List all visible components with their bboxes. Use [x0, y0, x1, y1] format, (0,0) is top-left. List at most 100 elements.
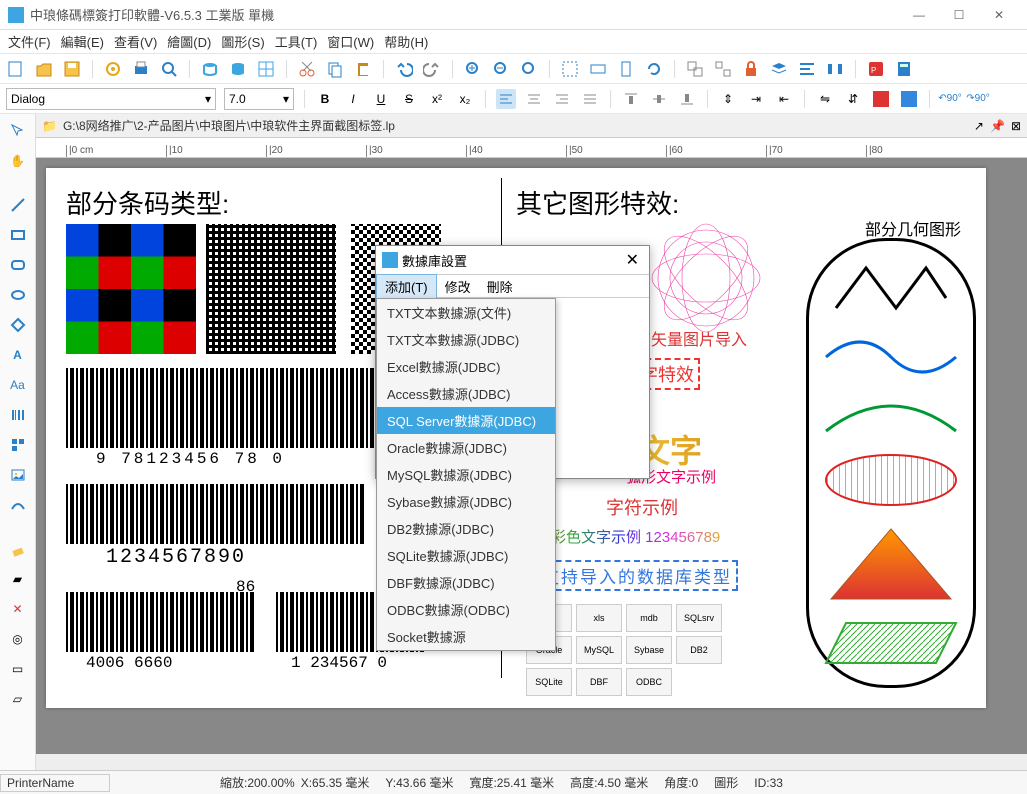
- polygon-tool-icon[interactable]: [7, 314, 29, 336]
- copy-icon[interactable]: [325, 59, 345, 79]
- submenu-item[interactable]: ODBC數據源(ODBC): [377, 596, 555, 623]
- submenu-item[interactable]: SQLite數據源(JDBC): [377, 542, 555, 569]
- close-button[interactable]: ✕: [979, 1, 1019, 29]
- barcode-tool-icon[interactable]: [7, 404, 29, 426]
- fit-width-icon[interactable]: [588, 59, 608, 79]
- pointer-tool-icon[interactable]: [7, 120, 29, 142]
- submenu-item[interactable]: Sybase數據源(JDBC): [377, 488, 555, 515]
- cut-icon[interactable]: [297, 59, 317, 79]
- submenu-item[interactable]: DB2數據源(JDBC): [377, 515, 555, 542]
- valign-top-icon[interactable]: [621, 89, 641, 109]
- layers-icon[interactable]: [769, 59, 789, 79]
- bold-button[interactable]: B: [315, 89, 335, 109]
- zoomfit-icon[interactable]: [519, 59, 539, 79]
- dock-pin-icon[interactable]: 📌: [990, 119, 1005, 133]
- menu-view[interactable]: 查看(V): [110, 29, 161, 54]
- pan-tool-icon[interactable]: ◎: [7, 628, 29, 650]
- ellipse-tool-icon[interactable]: [7, 284, 29, 306]
- group-icon[interactable]: [685, 59, 705, 79]
- align-justify-icon[interactable]: [580, 89, 600, 109]
- new-icon[interactable]: [6, 59, 26, 79]
- zoomout-icon[interactable]: [491, 59, 511, 79]
- open-icon[interactable]: [34, 59, 54, 79]
- submenu-item[interactable]: Socket數據源: [377, 623, 555, 650]
- font-family-select[interactable]: Dialog▾: [6, 88, 216, 110]
- submenu-item[interactable]: TXT文本數據源(JDBC): [377, 326, 555, 353]
- dialog-menu-edit[interactable]: 修改: [437, 275, 479, 298]
- fit-height-icon[interactable]: [616, 59, 636, 79]
- rect-tool-icon[interactable]: [7, 224, 29, 246]
- char-sample[interactable]: 字符示例: [606, 494, 678, 520]
- italic-button[interactable]: I: [343, 89, 363, 109]
- qrcode-tool-icon[interactable]: [7, 434, 29, 456]
- menu-help[interactable]: 帮助(H): [380, 29, 432, 54]
- dialog-menu-delete[interactable]: 刪除: [479, 275, 521, 298]
- preview-icon[interactable]: [159, 59, 179, 79]
- distribute-icon[interactable]: [825, 59, 845, 79]
- shape2-tool-icon[interactable]: ▱: [7, 688, 29, 710]
- refresh-icon[interactable]: [644, 59, 664, 79]
- menu-file[interactable]: 文件(F): [4, 29, 55, 54]
- valign-mid-icon[interactable]: [649, 89, 669, 109]
- dialog-close-button[interactable]: ✕: [622, 250, 643, 270]
- roundrect-tool-icon[interactable]: [7, 254, 29, 276]
- image-tool-icon[interactable]: [7, 464, 29, 486]
- db-types-label[interactable]: 支持导入的数据库类型: [536, 560, 738, 591]
- spirograph-graphic[interactable]: [646, 218, 766, 338]
- save-icon[interactable]: [62, 59, 82, 79]
- paste-icon[interactable]: [353, 59, 373, 79]
- strike-button[interactable]: S: [399, 89, 419, 109]
- rotate-left-icon[interactable]: ↶90°: [940, 89, 960, 109]
- dock-out-icon[interactable]: ↗: [974, 119, 984, 133]
- subscript-icon[interactable]: x₂: [455, 89, 475, 109]
- text-tool-icon[interactable]: A: [7, 344, 29, 366]
- menu-tools[interactable]: 工具(T): [271, 29, 322, 54]
- align-icon[interactable]: [797, 59, 817, 79]
- submenu-item[interactable]: Excel數據源(JDBC): [377, 353, 555, 380]
- menu-draw[interactable]: 繪圖(D): [163, 29, 215, 54]
- flip-h-icon[interactable]: ⇋: [815, 89, 835, 109]
- rotate-right-icon[interactable]: ↷90°: [968, 89, 988, 109]
- calculator-icon[interactable]: [894, 59, 914, 79]
- barcode-code128[interactable]: [66, 484, 366, 544]
- menu-edit[interactable]: 編輯(E): [57, 29, 108, 54]
- dialog-menu-add[interactable]: 添加(T): [376, 274, 437, 299]
- spacing-icon[interactable]: ⇕: [718, 89, 738, 109]
- database-icon[interactable]: [200, 59, 220, 79]
- submenu-item[interactable]: TXT文本數據源(文件): [377, 299, 555, 326]
- zoomin-icon[interactable]: [463, 59, 483, 79]
- undo-icon[interactable]: [394, 59, 414, 79]
- eraser-tool-icon[interactable]: [7, 538, 29, 560]
- submenu-item[interactable]: DBF數據源(JDBC): [377, 569, 555, 596]
- align-center-icon[interactable]: [524, 89, 544, 109]
- curve-tool-icon[interactable]: [7, 494, 29, 516]
- geometry-panel[interactable]: [806, 238, 976, 688]
- submenu-item[interactable]: MySQL數據源(JDBC): [377, 461, 555, 488]
- submenu-item[interactable]: Oracle數據源(JDBC): [377, 434, 555, 461]
- settings-icon[interactable]: [103, 59, 123, 79]
- indent-icon[interactable]: ⇥: [746, 89, 766, 109]
- lock-icon[interactable]: [741, 59, 761, 79]
- dialog-titlebar[interactable]: 數據庫設置 ✕: [376, 246, 649, 274]
- outdent-icon[interactable]: ⇤: [774, 89, 794, 109]
- align-left-icon[interactable]: [496, 89, 516, 109]
- ungroup-icon[interactable]: [713, 59, 733, 79]
- db2-icon[interactable]: [228, 59, 248, 79]
- color-swatch1-icon[interactable]: [871, 89, 891, 109]
- valign-bot-icon[interactable]: [677, 89, 697, 109]
- pdf-icon[interactable]: P: [866, 59, 886, 79]
- flip-v-icon[interactable]: ⇵: [843, 89, 863, 109]
- menu-shape[interactable]: 圖形(S): [217, 29, 268, 54]
- color-swatch2-icon[interactable]: [899, 89, 919, 109]
- menu-window[interactable]: 窗口(W): [323, 29, 378, 54]
- shape1-tool-icon[interactable]: ▭: [7, 658, 29, 680]
- superscript-icon[interactable]: x²: [427, 89, 447, 109]
- qr-colored[interactable]: [66, 224, 196, 354]
- barcode-upca[interactable]: [66, 592, 256, 652]
- maximize-button[interactable]: ☐: [939, 1, 979, 29]
- minimize-button[interactable]: —: [899, 1, 939, 29]
- grid-icon[interactable]: [256, 59, 276, 79]
- align-right-icon[interactable]: [552, 89, 572, 109]
- font-size-select[interactable]: 7.0▾: [224, 88, 294, 110]
- select-all-icon[interactable]: [560, 59, 580, 79]
